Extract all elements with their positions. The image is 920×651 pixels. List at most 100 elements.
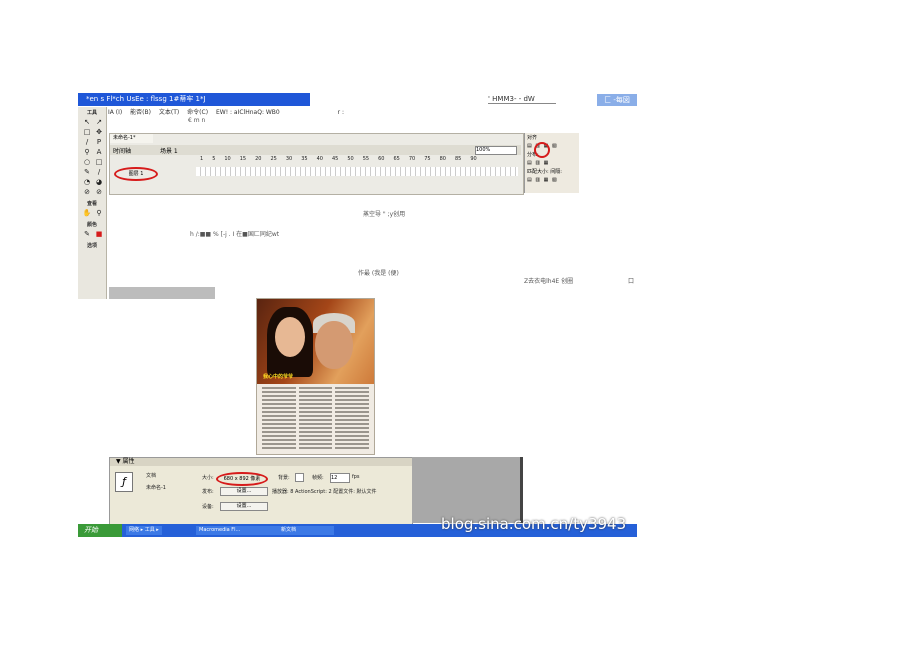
menu-item-window[interactable]: EW! : aIClHnaQ: WB0: [216, 109, 280, 116]
stage-gray-band: [109, 287, 215, 299]
match-size-buttons[interactable]: ▤ ▥ ▦ ▧: [525, 176, 579, 184]
article-text-line: [335, 435, 369, 437]
timeline-button[interactable]: 时间轴: [113, 146, 131, 155]
flash-document-icon: ƒ: [115, 472, 133, 492]
rectangle-tool-icon[interactable]: □: [94, 158, 104, 166]
article-text-line: [335, 431, 369, 433]
article-text: [257, 384, 374, 454]
align-panel: 对齐 ▤ ▥ ▦ ▧ 分布: ▤ ▥ ▦ 匹配大小: 间隔: ▤ ▥ ▦ ▧: [524, 133, 579, 193]
device-settings-button[interactable]: 设置...: [220, 502, 268, 511]
distribute-label: 分布:: [527, 152, 539, 158]
frame-strip[interactable]: [196, 167, 518, 176]
scene-label[interactable]: 场景 1: [160, 146, 178, 155]
frame-ruler: 1 5 10 15 20 25 30 35 40 45 50 55 60 65 70 75 80 85 90: [196, 156, 525, 165]
layer-1[interactable]: 图层 1: [114, 167, 158, 181]
eyedropper-tool-icon[interactable]: ⊘: [82, 188, 92, 196]
gray-panel-area: [412, 457, 522, 523]
size-label: 大小:: [202, 475, 214, 481]
menu-item-modify[interactable]: 能否(B): [130, 109, 151, 116]
frame-number: 30: [285, 156, 293, 162]
stroke-color-icon[interactable]: ✎: [82, 230, 92, 238]
article-text-line: [298, 447, 333, 449]
window-title: *en s Fl*ch UsEe : flssg 1#蒂牢 1*J: [78, 93, 310, 106]
article-text-line: [335, 423, 369, 425]
frame-number: 20: [255, 156, 262, 162]
lasso-tool-icon[interactable]: P: [94, 138, 104, 146]
article-text-line: [298, 443, 333, 445]
article-text-line: [298, 411, 333, 413]
article-text-line: [298, 395, 333, 397]
article-text-line: [335, 403, 369, 405]
toolbox-heading-options: 选项: [86, 243, 97, 249]
article-text-line: [262, 419, 296, 421]
hand-tool-icon[interactable]: ✋: [82, 209, 92, 217]
article-text-line: [335, 407, 369, 409]
article-text-line: [335, 439, 369, 441]
distribute-buttons[interactable]: ▤ ▥ ▦: [525, 159, 579, 167]
photo-caption: 我心中的爷爷: [263, 374, 294, 380]
frame-number: 35: [301, 156, 308, 162]
article-text-line: [298, 435, 333, 437]
stage-text-5: 口: [628, 278, 635, 285]
taskbar-quicklaunch[interactable]: 网络 ▸ 工具 ▸: [126, 526, 162, 535]
line-tool-icon[interactable]: /: [82, 138, 92, 146]
start-button[interactable]: 开始: [78, 524, 122, 537]
paint-bucket-tool-icon[interactable]: ◕: [94, 178, 104, 186]
properties-title[interactable]: ▼ 属性: [110, 458, 412, 466]
fps-input[interactable]: 12: [330, 473, 350, 483]
pencil-tool-icon[interactable]: ✎: [82, 168, 92, 176]
frame-number: 45: [332, 156, 339, 162]
oval-tool-icon[interactable]: ○: [82, 158, 92, 166]
menu-item-help[interactable]: IA (I): [108, 109, 122, 116]
frame-number: 25: [270, 156, 277, 162]
frame-number: 50: [347, 156, 354, 162]
fill-transform-tool-icon[interactable]: ✥: [94, 128, 104, 136]
article-text-line: [262, 439, 296, 441]
menubar: IA (I) 能否(B) 文本(T) 命令(C) EW! : aIClHnaQ:…: [108, 107, 350, 117]
free-transform-tool-icon[interactable]: □: [82, 128, 92, 136]
brush-tool-icon[interactable]: /: [94, 168, 104, 176]
fill-color-icon[interactable]: ■: [94, 230, 104, 238]
article-text-line: [298, 387, 333, 389]
publish-settings-button[interactable]: 设置...: [220, 487, 268, 496]
article-text-line: [298, 431, 333, 433]
article-text-line: [262, 447, 296, 449]
article-text-line: [335, 419, 369, 421]
zoom-select[interactable]: 100%: [475, 146, 517, 155]
article-text-line: [335, 395, 369, 397]
player-info: 播放器: 8 ActionScript: 2 配置文件: 默认文件: [272, 489, 377, 495]
frame-number: 70: [408, 156, 416, 162]
article-text-line: [298, 407, 333, 409]
text-tool-icon[interactable]: A: [94, 148, 104, 156]
taskbar-item-new-doc[interactable]: 新文档: [278, 526, 334, 535]
window-controls[interactable]: 匚 -每図: [597, 94, 637, 106]
article-text-line: [298, 423, 333, 425]
document-tab[interactable]: 未命名-1*: [110, 134, 153, 143]
menu-item-text[interactable]: 文本(T): [159, 109, 179, 116]
arrow-tool-icon[interactable]: ↖: [82, 118, 92, 126]
frame-number: 90: [470, 156, 477, 162]
menu-item-commands[interactable]: 命令(C): [187, 109, 208, 116]
toolbox-heading-color: 颜色: [86, 222, 97, 228]
flash-window: *en s Fl*ch UsEe : flssg 1#蒂牢 1*J ' HMM3…: [78, 93, 637, 537]
eraser-tool-icon[interactable]: ⊘: [94, 188, 104, 196]
background-color-swatch[interactable]: [295, 473, 304, 482]
zoom-tool-icon[interactable]: ⚲: [94, 209, 104, 217]
article-text-line: [335, 443, 369, 445]
article-text-line: [262, 423, 296, 425]
doc-label: 文档: [146, 473, 157, 479]
ink-bottle-tool-icon[interactable]: ◔: [82, 178, 92, 186]
frame-number: 75: [424, 156, 431, 162]
toolbox-heading-view: 查看: [86, 201, 97, 207]
pen-tool-icon[interactable]: ⚲: [82, 148, 92, 156]
subselect-tool-icon[interactable]: ↗: [94, 118, 104, 126]
article-text-line: [298, 403, 333, 405]
size-button[interactable]: 680 x 892 像素: [216, 472, 268, 486]
article-text-line: [262, 391, 296, 393]
article-text-line: [298, 415, 333, 417]
match-size-label: 匹配大小: 间隔:: [527, 169, 562, 175]
fps-unit: fps: [352, 474, 360, 480]
stage-text-4: Z去衣电lh4E 创圈: [524, 278, 574, 285]
frame-number: 40: [316, 156, 323, 162]
frame-number: 60: [378, 156, 385, 162]
